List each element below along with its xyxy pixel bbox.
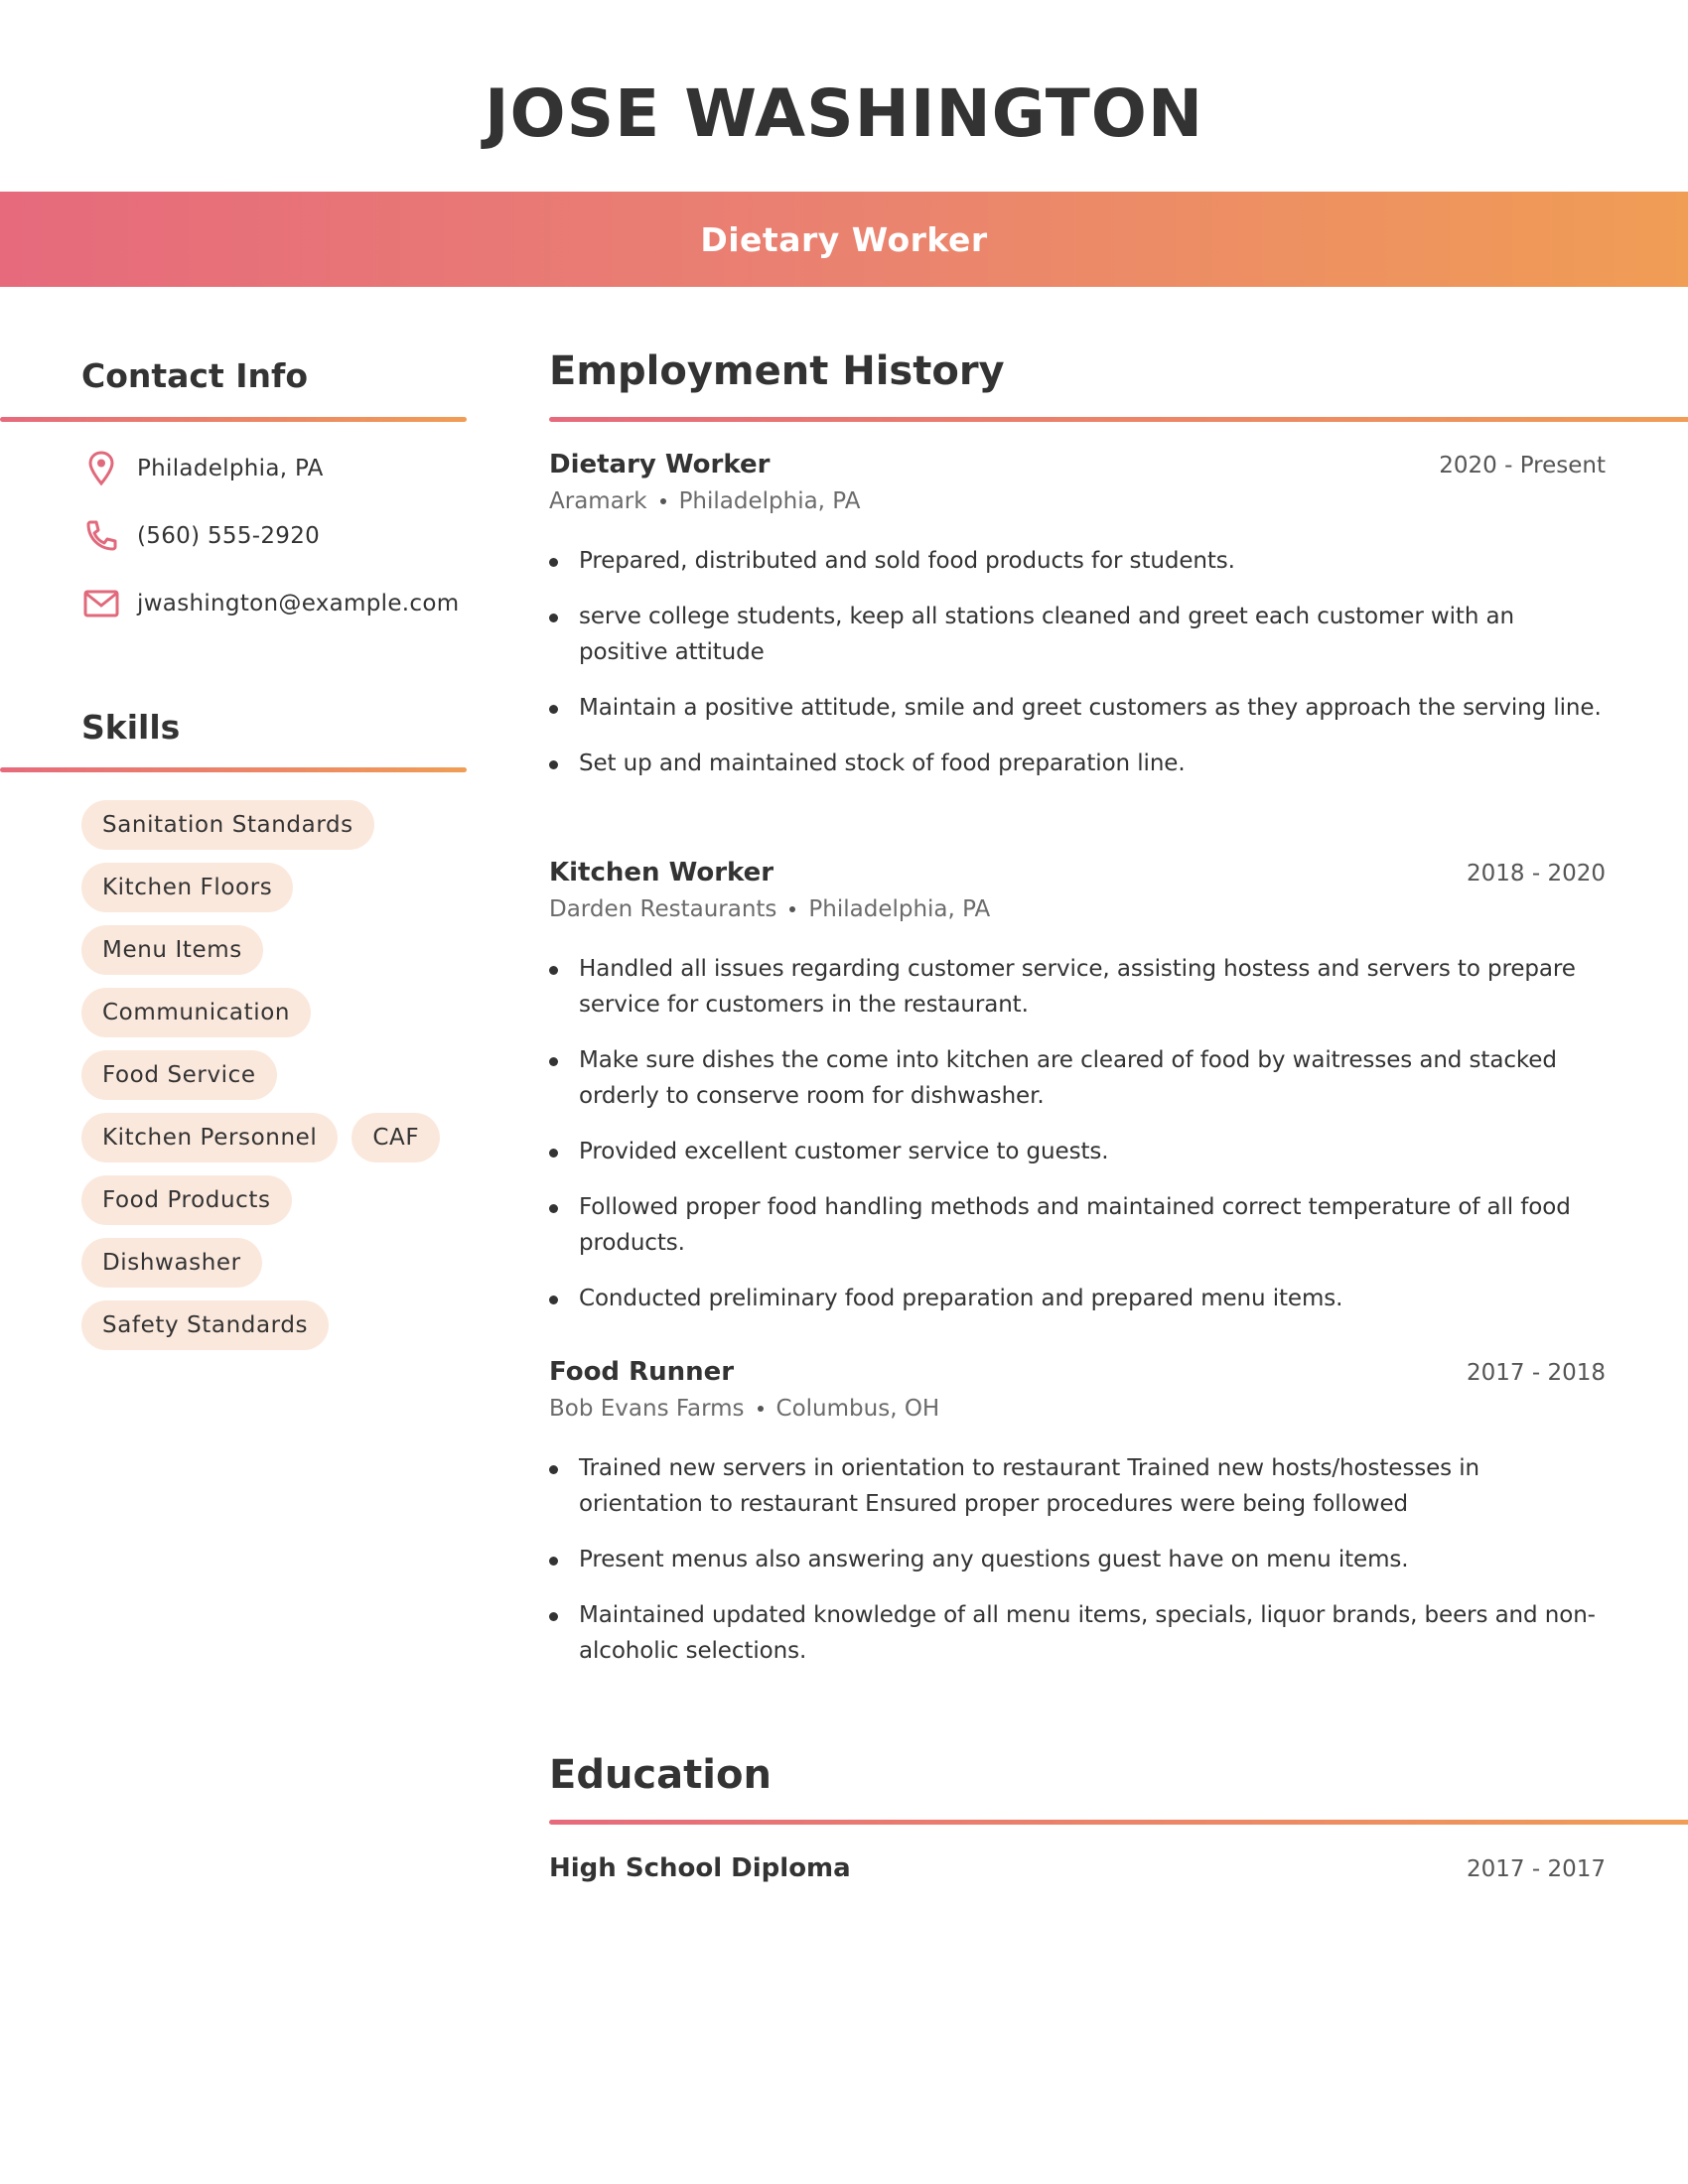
job-bullet: Set up and maintained stock of food prep… [549,746,1602,781]
contact-email-text: jwashington@example.com [137,591,460,616]
skill-pill: Menu Items [81,925,263,975]
skills-heading: Skills [81,708,181,747]
job-title: Food Runner [549,1357,735,1387]
skill-pill: Sanitation Standards [81,800,374,850]
job-bullet: Handled all issues regarding customer se… [549,951,1602,1023]
job-title: Dietary Worker [549,450,771,479]
job-title-banner-text: Dietary Worker [700,219,988,259]
separator-dot [789,906,796,912]
contact-location-text: Philadelphia, PA [137,456,324,481]
job-bullet: Maintain a positive attitude, smile and … [549,690,1602,726]
contact-phone: (560) 555-2920 [81,516,320,556]
skill-pill: Kitchen Personnel [81,1113,339,1162]
job-company-location: Darden Restaurants Philadelphia, PA [549,896,990,922]
candidate-name: JOSE WASHINGTON [484,75,1204,152]
skills-list: Sanitation Standards Kitchen Floors Menu… [81,800,479,1363]
job-bullet: Provided excellent customer service to g… [549,1134,1602,1169]
job-company: Bob Evans Farms [549,1396,745,1422]
contact-email: jwashington@example.com [81,584,459,623]
job-bullets: Trained new servers in orientation to re… [549,1450,1602,1689]
skill-pill: Communication [81,988,312,1037]
skill-pill: Safety Standards [81,1300,330,1350]
job-location: Columbus, OH [775,1396,940,1422]
employment-divider [549,417,1688,422]
education-divider [549,1820,1688,1825]
location-pin-icon [81,449,121,488]
job-bullet: serve college students, keep all station… [549,599,1602,670]
employment-history-heading: Employment History [549,348,1005,394]
job-company-location: Bob Evans Farms Columbus, OH [549,1396,939,1422]
contact-divider [0,417,467,422]
job-bullets: Prepared, distributed and sold food prod… [549,543,1602,801]
title-banner: Dietary Worker [0,192,1688,287]
job-location: Philadelphia, PA [808,896,991,922]
mail-icon [81,584,121,623]
separator-dot [659,498,666,504]
job-bullet: Maintained updated knowledge of all menu… [549,1597,1602,1669]
phone-icon [81,516,121,556]
skill-pill: Food Products [81,1175,292,1225]
education-heading: Education [549,1752,772,1798]
job-dates: 2020 - Present [1439,453,1606,478]
education-dates: 2017 - 2017 [1467,1856,1606,1882]
education-degree: High School Diploma [549,1853,851,1883]
contact-location: Philadelphia, PA [81,449,324,488]
job-bullet: Conducted preliminary food preparation a… [549,1281,1602,1316]
job-company: Aramark [549,488,647,514]
job-location: Philadelphia, PA [678,488,861,514]
job-dates: 2018 - 2020 [1467,861,1606,887]
skill-pill: CAF [352,1113,441,1162]
job-dates: 2017 - 2018 [1467,1360,1606,1386]
job-bullet: Followed proper food handling methods an… [549,1189,1602,1261]
skills-divider [0,767,467,772]
contact-phone-text: (560) 555-2920 [137,523,321,549]
skill-pill: Dishwasher [81,1238,262,1288]
job-company: Darden Restaurants [549,896,777,922]
skill-pill: Kitchen Floors [81,863,294,912]
contact-info-heading: Contact Info [81,356,309,395]
skill-pill: Food Service [81,1050,277,1100]
job-bullet: Prepared, distributed and sold food prod… [549,543,1602,579]
separator-dot [757,1406,764,1412]
job-company-location: Aramark Philadelphia, PA [549,488,860,514]
job-bullet: Present menus also answering any questio… [549,1542,1602,1577]
job-title: Kitchen Worker [549,858,774,887]
job-bullet: Make sure dishes the come into kitchen a… [549,1042,1602,1114]
job-bullets: Handled all issues regarding customer se… [549,951,1602,1336]
job-bullet: Trained new servers in orientation to re… [549,1450,1602,1522]
